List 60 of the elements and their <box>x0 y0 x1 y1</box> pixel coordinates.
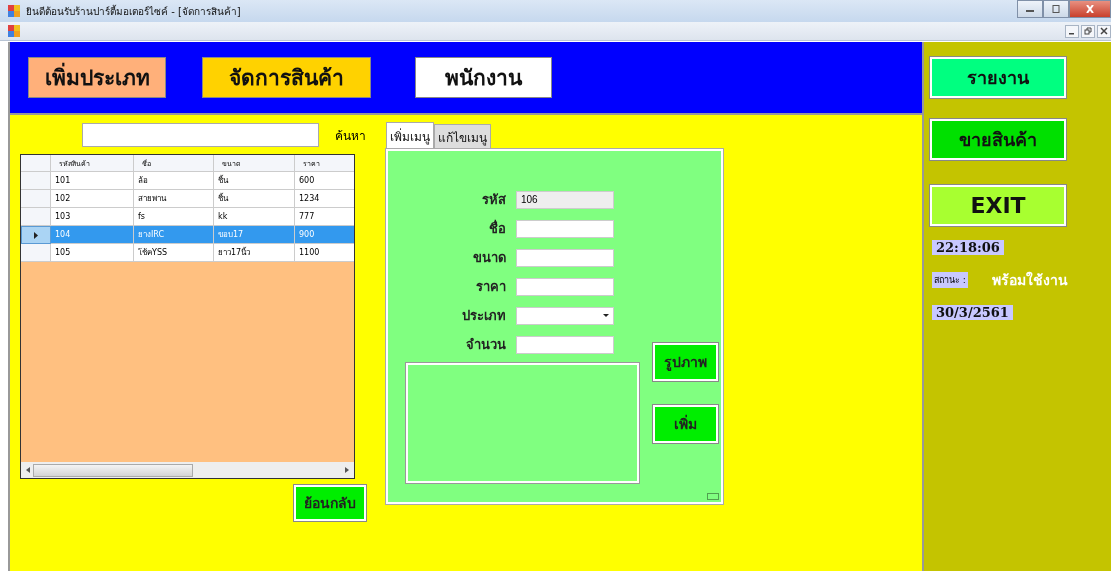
clock-label: 22:18:06 <box>932 240 1004 255</box>
app-icon <box>8 5 20 17</box>
close-button[interactable] <box>1069 0 1111 18</box>
status-value: พร้อมใช้งาน <box>991 270 1068 290</box>
table-cell: 1100 <box>295 244 354 262</box>
image-button[interactable]: รูปภาพ <box>653 343 718 381</box>
table-cell: โช้คYSS <box>134 244 214 262</box>
search-field[interactable] <box>82 123 319 147</box>
field-label: ชื่อ <box>488 218 506 238</box>
table-row[interactable]: 105 โช้คYSS ยาว17นิ้ว 1100 <box>21 244 354 262</box>
table-row[interactable]: 101 ล้อ ชิ้น 600 <box>21 172 354 190</box>
close-button[interactable] <box>1097 24 1111 38</box>
tab[interactable]: แก้ไขเมนู <box>434 124 491 149</box>
field-label: ประเภท <box>461 307 506 325</box>
input-field[interactable] <box>516 335 614 354</box>
maximize-icon <box>1051 5 1061 13</box>
restore-button[interactable] <box>1043 0 1069 18</box>
input-field[interactable] <box>516 248 614 267</box>
field-label: จำนวน <box>465 336 506 354</box>
side-button[interactable]: EXIT <box>930 185 1066 226</box>
nav-button[interactable]: เพิ่มประเภท <box>28 57 166 98</box>
tab[interactable]: เพิ่มเมนู <box>386 122 434 149</box>
scroll-right-icon[interactable] <box>345 467 349 473</box>
scroll-thumb[interactable] <box>33 463 193 477</box>
resize-grip-icon <box>707 493 719 500</box>
row-header <box>21 244 51 262</box>
nav-button[interactable]: พนักงาน <box>415 57 552 98</box>
table-cell: 105 <box>51 244 134 262</box>
input-field[interactable] <box>516 219 614 238</box>
input-field[interactable]: 106 <box>516 190 614 209</box>
status-label: สถานะ : <box>932 272 968 288</box>
window-title: ยินดีต้อนรับร้านปาร์ตี้มอเตอร์ไซค์ - [จัดการสินค้า] <box>26 3 241 19</box>
search-label: ค้นหา <box>335 127 366 145</box>
date-label: 30/3/2561 <box>932 305 1013 320</box>
nav-button[interactable]: จัดการสินค้า <box>202 57 371 98</box>
add-button[interactable]: เพิ่ม <box>653 405 718 443</box>
scroll-left-icon[interactable] <box>26 467 30 473</box>
minimize-button[interactable] <box>1017 0 1043 18</box>
row-header <box>21 208 51 226</box>
row-pointer-icon <box>34 231 38 239</box>
caret-icon <box>603 314 609 317</box>
back-button[interactable]: ย้อนกลับ <box>294 485 366 521</box>
horizontal-scrollbar[interactable] <box>21 462 354 478</box>
row-header <box>21 172 51 190</box>
field-label: ขนาด <box>472 249 506 267</box>
input-field[interactable] <box>516 277 614 296</box>
field-label: รหัส <box>481 191 506 209</box>
table-row[interactable]: 102 สายพาน ชิ้น 1234 <box>21 190 354 208</box>
minimize-button[interactable] <box>1065 24 1079 38</box>
table-cell: ยาว17นิ้ว <box>214 244 295 262</box>
field-label: ราคา <box>475 278 506 296</box>
restore-icon <box>1084 27 1092 35</box>
close-icon <box>1085 5 1095 13</box>
app-icon <box>8 25 20 37</box>
close-icon <box>1100 27 1108 35</box>
side-button[interactable]: ขายสินค้า <box>930 119 1066 160</box>
side-button[interactable]: รายงาน <box>930 57 1066 98</box>
row-header <box>21 190 51 208</box>
table-row[interactable]: 103 fs kk 777 <box>21 208 354 226</box>
restore-button[interactable] <box>1081 24 1095 38</box>
